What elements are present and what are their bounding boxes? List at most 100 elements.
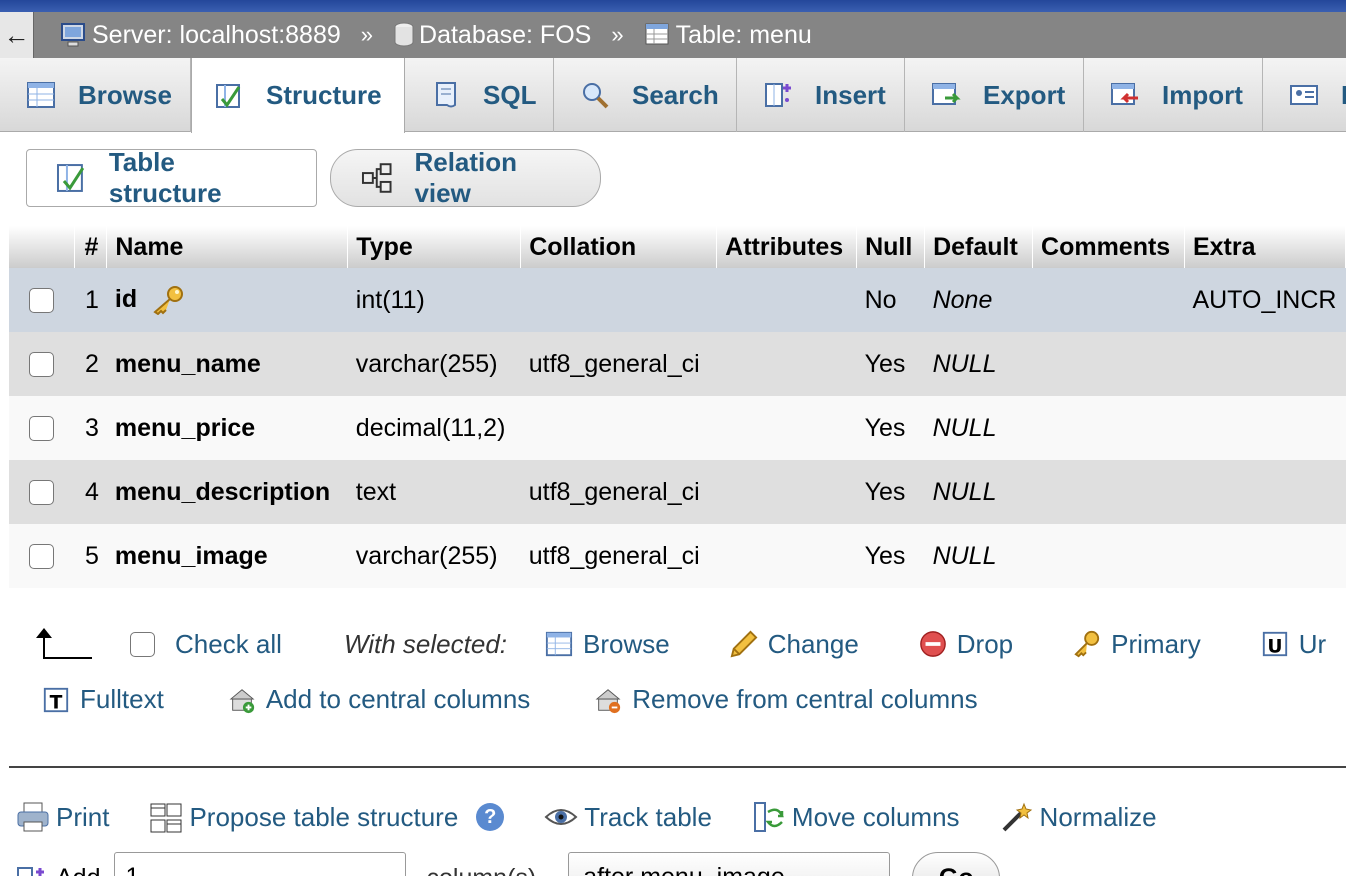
- back-arrow-icon: ←: [3, 19, 30, 50]
- back-arrow-button[interactable]: ←: [0, 12, 34, 58]
- table-header-row: # Name Type Collation Attributes Null De…: [9, 226, 1346, 268]
- column-null: No: [856, 268, 925, 332]
- propose-structure-label: Propose table structure: [189, 801, 459, 832]
- column-attributes: [716, 268, 857, 332]
- header-attributes[interactable]: Attributes: [716, 226, 858, 268]
- header-number[interactable]: #: [74, 226, 108, 268]
- breadcrumb-server[interactable]: Server: localhost:8889: [60, 21, 341, 50]
- column-comments: [1032, 524, 1185, 588]
- row-checkbox[interactable]: [29, 352, 54, 378]
- normalize-label: Normalize: [1039, 801, 1157, 832]
- tab-import-label: Import: [1162, 79, 1243, 110]
- tab-structure[interactable]: Structure: [191, 58, 405, 133]
- fulltext-selected-button[interactable]: T Fulltext: [42, 684, 164, 715]
- breadcrumb-table[interactable]: Table: menu: [644, 21, 812, 50]
- row-number: 4: [74, 460, 107, 524]
- header-extra[interactable]: Extra: [1184, 226, 1346, 268]
- table-row[interactable]: 2 menu_name varchar(255) utf8_general_ci…: [9, 332, 1346, 396]
- subtab-table-structure[interactable]: Table structure: [26, 147, 317, 208]
- import-icon: [1111, 83, 1138, 105]
- column-comments: [1032, 460, 1185, 524]
- subtab-relation-view[interactable]: Relation view: [330, 147, 601, 208]
- browse-icon: [545, 631, 573, 657]
- row-number: 2: [74, 332, 107, 396]
- primary-selected-label: Primary: [1111, 628, 1201, 659]
- with-selected-bar: Check all With selected: Browse Change D…: [34, 624, 1326, 664]
- column-collation: [520, 268, 717, 332]
- row-checkbox[interactable]: [29, 416, 54, 442]
- tab-search[interactable]: Search: [554, 58, 737, 132]
- column-name: menu_price: [106, 396, 348, 460]
- tab-insert[interactable]: Insert: [737, 58, 905, 132]
- row-checkbox[interactable]: [29, 288, 54, 314]
- magic-wand-icon: [1002, 802, 1032, 832]
- move-columns-button[interactable]: Move columns: [752, 800, 960, 834]
- drop-icon: [919, 631, 946, 657]
- row-checkbox[interactable]: [29, 544, 54, 570]
- column-count-input[interactable]: [114, 852, 407, 876]
- row-number: 1: [74, 268, 107, 332]
- table-row[interactable]: 5 menu_image varchar(255) utf8_general_c…: [9, 524, 1346, 588]
- column-extra: [1184, 460, 1346, 524]
- structure-icon: [56, 164, 85, 192]
- table-row[interactable]: 4 menu_description text utf8_general_ci …: [9, 460, 1346, 524]
- row-checkbox[interactable]: [29, 480, 54, 506]
- tab-export[interactable]: Export: [905, 58, 1084, 132]
- move-columns-icon: [753, 802, 784, 832]
- header-null[interactable]: Null: [856, 226, 926, 268]
- row-name-cell: id: [106, 268, 348, 332]
- privileges-icon: [1290, 85, 1318, 105]
- help-icon[interactable]: ?: [476, 803, 505, 831]
- normalize-button[interactable]: Normalize: [1000, 800, 1157, 834]
- check-all-label[interactable]: Check all: [175, 629, 282, 660]
- go-button[interactable]: Go: [912, 852, 1001, 876]
- column-extra: [1184, 524, 1346, 588]
- unique-icon: U: [1262, 631, 1287, 657]
- tab-browse[interactable]: Browse: [0, 58, 191, 132]
- breadcrumb-separator: »: [611, 22, 624, 47]
- table-row[interactable]: 1 id int(11) No None AUTO_INCR: [9, 268, 1346, 332]
- add-central-columns-button[interactable]: Add to central columns: [228, 684, 530, 715]
- export-icon: [932, 83, 961, 105]
- unique-selected-label: Ur: [1298, 628, 1327, 659]
- header-comments[interactable]: Comments: [1032, 226, 1185, 268]
- main-tabs: Browse Structure SQL Search Insert Expor…: [0, 58, 1346, 133]
- column-default: NULL: [924, 524, 1033, 588]
- header-type[interactable]: Type: [347, 226, 522, 268]
- tab-sql[interactable]: SQL: [405, 58, 554, 132]
- sql-icon: [436, 82, 456, 108]
- tab-sql-label: SQL: [483, 79, 537, 110]
- header-default[interactable]: Default: [924, 226, 1034, 268]
- tab-privileges-label: P: [1341, 80, 1346, 111]
- browse-selected-button[interactable]: Browse: [545, 629, 670, 660]
- propose-structure-button[interactable]: Propose table structure: [149, 800, 458, 834]
- column-comments: [1032, 268, 1185, 332]
- tab-browse-label: Browse: [78, 79, 172, 110]
- tab-search-label: Search: [632, 79, 719, 110]
- header-select: [9, 226, 76, 268]
- change-selected-button[interactable]: Change: [730, 629, 859, 660]
- breadcrumb-separator: »: [360, 22, 374, 47]
- drop-selected-button[interactable]: Drop: [919, 629, 1013, 660]
- table-row[interactable]: 3 menu_price decimal(11,2) Yes NULL: [9, 396, 1346, 460]
- column-name: menu_description: [106, 460, 348, 524]
- remove-central-columns-button[interactable]: Remove from central columns: [594, 684, 978, 715]
- breadcrumb-database-label: Database: FOS: [419, 20, 592, 49]
- insert-icon: [765, 83, 791, 107]
- print-button[interactable]: Print: [16, 800, 109, 834]
- track-table-button[interactable]: Track table: [544, 800, 712, 834]
- column-position-select[interactable]: after menu_image: [568, 852, 891, 876]
- add-label: Add: [56, 864, 100, 876]
- svg-text:U: U: [1267, 636, 1282, 657]
- unique-selected-button[interactable]: U Ur: [1261, 629, 1326, 660]
- tab-privileges[interactable]: P: [1263, 58, 1346, 132]
- header-collation[interactable]: Collation: [520, 226, 718, 268]
- tab-import[interactable]: Import: [1084, 58, 1263, 132]
- pencil-icon: [730, 630, 758, 658]
- column-default: NULL: [924, 396, 1033, 460]
- server-icon: [61, 23, 85, 47]
- check-all-checkbox[interactable]: [130, 631, 155, 657]
- primary-selected-button[interactable]: Primary: [1073, 629, 1201, 660]
- breadcrumb-database[interactable]: Database: FOS: [393, 21, 591, 50]
- header-name[interactable]: Name: [106, 226, 349, 268]
